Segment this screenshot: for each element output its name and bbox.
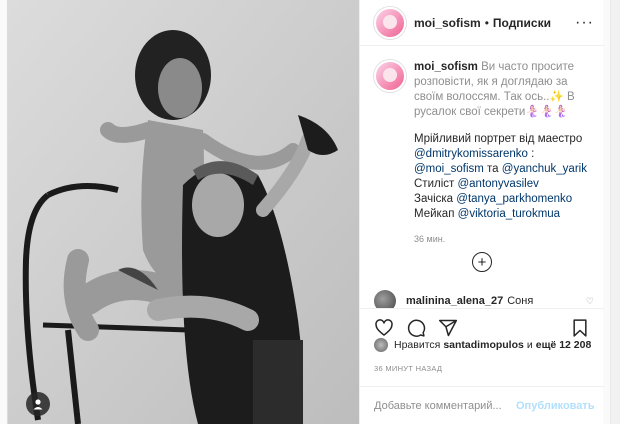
comment-icon[interactable] — [406, 318, 426, 338]
comments-section: moi_sofism Ви часто просите розповісти, … — [360, 46, 604, 308]
caption: moi_sofism Ви часто просите розповісти, … — [374, 60, 590, 247]
post-modal: moi_sofism • Подписки ··· moi_sofism Ви … — [7, 0, 604, 424]
add-comment-bar: Опубликовать — [360, 386, 604, 424]
more-options-icon[interactable]: ··· — [575, 14, 594, 32]
mention-stylist[interactable]: @antonyvasilev — [457, 178, 538, 190]
credits-intro: Мрійливий портрет від маестро — [414, 133, 583, 145]
mention-makeup[interactable]: @viktoria_turokmua — [458, 208, 560, 220]
author-avatar[interactable] — [374, 6, 406, 39]
load-more-comments: + — [360, 252, 604, 272]
page-scrollbar[interactable] — [610, 0, 620, 424]
photographer-suffix: : — [527, 148, 535, 160]
tagged-people-button[interactable] — [26, 392, 50, 416]
and-word: та — [483, 163, 502, 175]
liker-avatar[interactable] — [374, 338, 388, 352]
likes-prefix: Нравится — [394, 339, 441, 351]
caption-body: moi_sofism Ви часто просите розповісти, … — [414, 60, 590, 247]
user-icon — [33, 399, 43, 410]
post-photo[interactable] — [8, 0, 359, 424]
heart-icon[interactable] — [374, 318, 394, 338]
publish-button[interactable]: Опубликовать — [516, 400, 595, 412]
comment-text: Соня — [507, 295, 534, 307]
likes-and: и — [526, 339, 533, 351]
caption-time: 36 мин. — [414, 234, 446, 244]
comment-input[interactable] — [374, 399, 516, 412]
share-icon[interactable] — [438, 318, 458, 338]
makeup-label: Мейкап — [414, 208, 458, 220]
post-header: moi_sofism • Подписки ··· — [360, 0, 604, 46]
likes-summary: Нравится santadimopulos и ещё 12 208 — [374, 338, 596, 352]
hair-label: Зачіска — [414, 193, 457, 205]
liker-username[interactable]: santadimopulos — [443, 339, 524, 351]
photo-image — [8, 0, 359, 424]
likes-count[interactable]: ещё 12 208 — [536, 339, 592, 351]
comment-item: malinina_alena_27 Соня ♡ — [374, 290, 594, 308]
following-button[interactable]: Подписки — [493, 16, 551, 30]
plus-circle-icon[interactable]: + — [472, 252, 492, 272]
commenter-username[interactable]: malinina_alena_27 — [406, 295, 503, 307]
caption-avatar[interactable] — [374, 60, 406, 92]
comment-like-icon[interactable]: ♡ — [586, 296, 594, 307]
mention-yanchuk[interactable]: @yanchuk_yarik — [502, 163, 587, 175]
mention-hair[interactable]: @tanya_parkhomenko — [456, 193, 572, 205]
bookmark-icon[interactable] — [570, 318, 590, 338]
caption-username[interactable]: moi_sofism — [414, 61, 478, 73]
post-side-panel: moi_sofism • Подписки ··· moi_sofism Ви … — [359, 0, 604, 424]
commenter-avatar[interactable] — [374, 290, 396, 308]
mention-author[interactable]: @moi_sofism — [414, 163, 484, 175]
post-timestamp: 36 МИНУТ НАЗАД — [374, 364, 443, 373]
header-separator: • — [484, 15, 489, 30]
author-username[interactable]: moi_sofism — [414, 16, 481, 30]
stylist-label: Стиліст — [414, 178, 458, 190]
mention-photographer[interactable]: @dmitrykomissarenko — [414, 148, 528, 160]
